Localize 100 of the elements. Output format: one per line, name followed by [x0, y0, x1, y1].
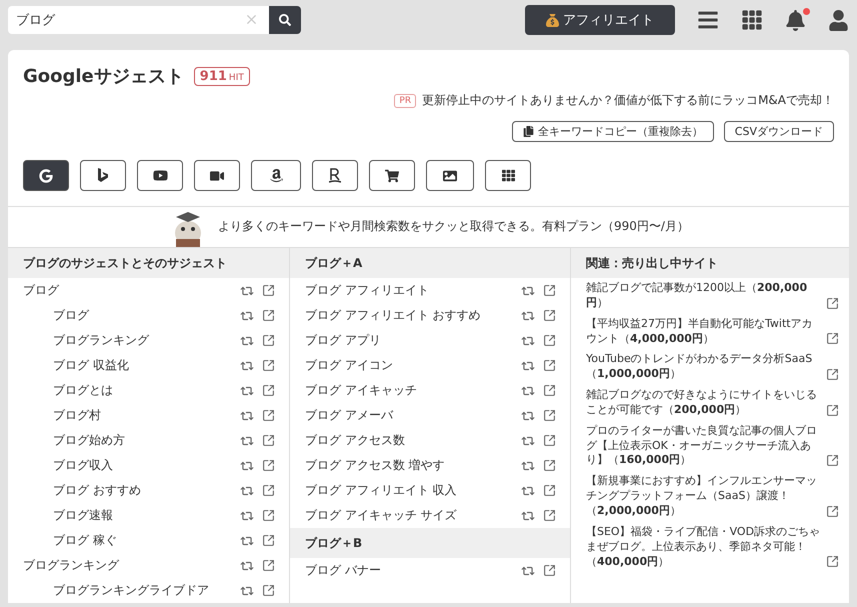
- external-link-icon[interactable]: [262, 284, 275, 297]
- keyword-text[interactable]: ブログ アクセス数: [305, 432, 513, 449]
- external-link-icon[interactable]: [543, 484, 556, 497]
- upgrade-promo-text: より多くのキーワードや月間検索数をサクッと取得できる。有料プラン（990円〜/月）: [218, 218, 689, 235]
- page-title: Googleサジェスト: [23, 65, 184, 88]
- external-link-icon[interactable]: [262, 409, 275, 422]
- grid-icon: [502, 169, 514, 182]
- keyword-text[interactable]: ブログ アフィリエイト おすすめ: [305, 307, 513, 324]
- external-link-icon[interactable]: [543, 284, 556, 297]
- column-heading: ブログのサジェストとそのサジェスト: [8, 248, 289, 278]
- keyword-text[interactable]: ブログ始め方: [53, 432, 232, 449]
- keyword-text[interactable]: ブログ: [53, 307, 232, 324]
- image-source-tab[interactable]: [426, 160, 474, 191]
- bing-logo-icon: [97, 168, 109, 183]
- cart-source-tab[interactable]: [369, 160, 415, 191]
- keyword-text[interactable]: ブログ村: [53, 407, 232, 424]
- column-heading: ブログ＋B: [290, 528, 570, 558]
- external-link-icon[interactable]: [262, 434, 275, 447]
- external-link-icon[interactable]: [262, 334, 275, 347]
- site-listing-link[interactable]: 雑記ブログで記事数が1200以上（200,000円）: [586, 281, 823, 311]
- keyword-text[interactable]: ブログ: [23, 282, 232, 299]
- keyword-text[interactable]: ブログ アフィリエイト: [305, 282, 513, 299]
- pr-label: PR: [394, 94, 416, 108]
- external-link-icon[interactable]: [262, 359, 275, 372]
- external-link-icon[interactable]: [543, 409, 556, 422]
- site-listing-link[interactable]: YouTubeのトレンドがわかるデータ分析SaaS（1,000,000円）: [586, 352, 823, 382]
- external-link-icon[interactable]: [826, 368, 839, 382]
- keyword-text[interactable]: ブログとは: [53, 382, 232, 399]
- rakuten-source-tab[interactable]: [312, 160, 358, 191]
- csv-download-button[interactable]: CSVダウンロード: [724, 121, 834, 142]
- grid-source-tab[interactable]: [485, 160, 531, 191]
- video-camera-icon: [210, 168, 224, 182]
- keyword-text[interactable]: ブログ速報: [53, 507, 232, 524]
- external-link-icon[interactable]: [826, 332, 839, 346]
- keyword-text[interactable]: ブログ おすすめ: [53, 482, 232, 499]
- keyword-text[interactable]: ブログ アフィリエイト 収入: [305, 482, 513, 499]
- column-heading: ブログ＋A: [290, 248, 570, 278]
- external-link-icon[interactable]: [543, 309, 556, 322]
- keyword-text[interactable]: ブログランキング: [23, 557, 232, 574]
- money-bag-icon: [546, 14, 559, 26]
- site-listing-link[interactable]: 【新規事業におすすめ】インフルエンサーマッチングプラットフォーム（SaaS）譲渡！（2,000,000円）: [586, 474, 823, 519]
- affiliate-button[interactable]: アフィリエイト: [525, 5, 675, 35]
- bing-source-tab[interactable]: [80, 160, 126, 191]
- external-link-icon[interactable]: [543, 509, 556, 522]
- google-logo-icon: [39, 168, 53, 182]
- copy-icon: [522, 126, 534, 137]
- google-source-tab[interactable]: [23, 160, 69, 191]
- external-link-icon[interactable]: [826, 404, 839, 417]
- external-link-icon[interactable]: [826, 504, 839, 518]
- keyword-text[interactable]: ブログ アイキャッチ サイズ: [305, 507, 513, 524]
- external-link-icon[interactable]: [826, 296, 839, 310]
- external-link-icon[interactable]: [543, 564, 556, 577]
- site-listing-link[interactable]: 【平均収益27万円】半自動化可能なTwittアカウント（4,000,000円）: [586, 316, 823, 346]
- keyword-text[interactable]: ブログ アイコン: [305, 357, 513, 374]
- external-link-icon[interactable]: [543, 459, 556, 472]
- keyword-text[interactable]: ブログ アクセス数 増やす: [305, 457, 513, 474]
- column-heading: 関連：売り出し中サイト: [571, 248, 849, 278]
- keyword-text[interactable]: ブログ収入: [53, 457, 232, 474]
- external-link-icon[interactable]: [543, 359, 556, 372]
- external-link-icon[interactable]: [262, 559, 275, 572]
- grid-icon[interactable]: [741, 9, 763, 31]
- menu-icon[interactable]: [697, 9, 719, 31]
- external-link-icon[interactable]: [262, 309, 275, 322]
- site-listing-link[interactable]: 雑記ブログなので好きなようにサイトをいじることが可能です（200,000円）: [586, 388, 823, 418]
- external-link-icon[interactable]: [262, 384, 275, 397]
- user-icon[interactable]: [828, 10, 849, 30]
- external-link-icon[interactable]: [543, 384, 556, 397]
- external-link-icon[interactable]: [262, 484, 275, 497]
- amazon-source-tab[interactable]: [251, 160, 301, 191]
- search-icon: [279, 14, 291, 26]
- keyword-text[interactable]: ブログランキングライブドア: [53, 582, 232, 599]
- external-link-icon[interactable]: [262, 509, 275, 522]
- image-icon: [443, 168, 457, 182]
- external-link-icon[interactable]: [826, 555, 839, 568]
- video-source-tab[interactable]: [194, 160, 240, 191]
- site-listing-link[interactable]: 【SEO】福袋・ライブ配信・VOD訴求のごちゃまぜブログ。上位表示あり、季節ネタ可能！（400,000円）: [586, 524, 823, 570]
- keyword-text[interactable]: ブログ アプリ: [305, 332, 513, 349]
- external-link-icon[interactable]: [262, 584, 275, 597]
- search-button[interactable]: [269, 6, 301, 34]
- play-button-icon: [152, 168, 168, 183]
- keyword-text[interactable]: ブログ バナー: [305, 562, 513, 579]
- external-link-icon[interactable]: [262, 459, 275, 472]
- external-link-icon[interactable]: [826, 454, 839, 468]
- search-field[interactable]: ブログ: [8, 6, 269, 34]
- rakuten-logo-icon: [329, 168, 341, 183]
- keyword-text[interactable]: ブログランキング: [53, 332, 232, 349]
- keyword-text[interactable]: ブログ 稼ぐ: [53, 532, 232, 549]
- hit-count: 911 HIT: [194, 66, 250, 86]
- external-link-icon[interactable]: [262, 534, 275, 547]
- keyword-text[interactable]: ブログ アイキャッチ: [305, 382, 513, 399]
- amazon-logo-icon: [268, 168, 284, 183]
- external-link-icon[interactable]: [543, 334, 556, 347]
- external-link-icon[interactable]: [543, 434, 556, 447]
- cart-icon: [385, 168, 399, 182]
- copy-keywords-button[interactable]: 全キーワードコピー（重複除去）: [512, 121, 714, 142]
- youtube-source-tab[interactable]: [137, 160, 183, 191]
- keyword-text[interactable]: ブログ 収益化: [53, 357, 232, 374]
- site-listing-link[interactable]: プロのライターが書いた良質な記事の個人ブログ【上位表示OK・オーガニックサーチ流入あり】（160,000円）: [586, 424, 823, 468]
- pr-link[interactable]: 更新停止中のサイトありませんか？価値が低下する前にラッコM&Aで売却！: [422, 92, 834, 109]
- keyword-text[interactable]: ブログ アメーバ: [305, 407, 513, 424]
